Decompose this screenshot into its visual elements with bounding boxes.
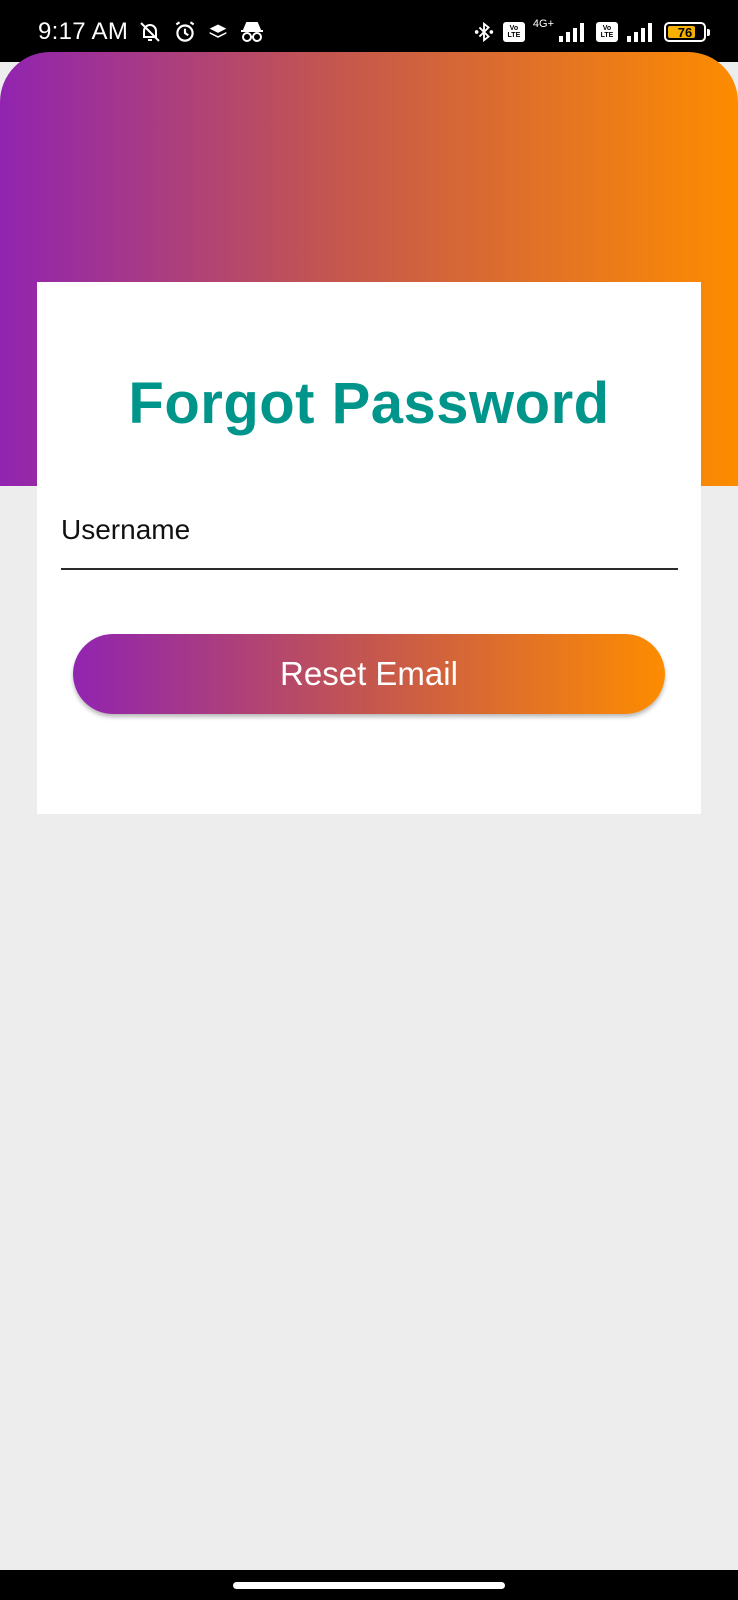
volte-icon: Vo LTE (596, 22, 618, 42)
layers-icon (208, 22, 228, 42)
forgot-password-card: Forgot Password Username Reset Email (37, 282, 701, 814)
volte-label-bottom: LTE (600, 32, 614, 39)
volte-label-bottom: LTE (507, 32, 521, 39)
battery-icon: 76 (664, 22, 710, 42)
signal-icon (558, 20, 588, 44)
username-input[interactable] (61, 540, 678, 564)
bluetooth-icon (473, 19, 495, 45)
username-field[interactable]: Username (61, 514, 678, 570)
volte-label-top: Vo (509, 25, 519, 32)
bell-off-icon (138, 20, 162, 44)
incognito-icon (238, 20, 266, 44)
status-right: Vo LTE 4G+ Vo LTE 76 (473, 16, 710, 48)
forgot-password-screen: 9:17 AM Vo LTE 4G+ Vo LTE 76 Forgot Pass… (0, 0, 738, 1600)
page-title: Forgot Password (128, 371, 610, 436)
volte-label-top: Vo (602, 25, 612, 32)
alarm-icon (172, 19, 198, 45)
navigation-bar (0, 1570, 738, 1600)
signal-icon (626, 20, 656, 44)
battery-level: 76 (677, 24, 693, 40)
volte-icon: Vo LTE (502, 22, 525, 42)
network-type: 4G+ (532, 18, 554, 30)
home-indicator[interactable] (233, 1582, 505, 1589)
reset-email-button[interactable]: Reset Email (73, 634, 665, 714)
battery-nub (707, 29, 710, 36)
status-time: 9:17 AM (38, 18, 129, 45)
status-left: 9:17 AM (38, 16, 266, 48)
